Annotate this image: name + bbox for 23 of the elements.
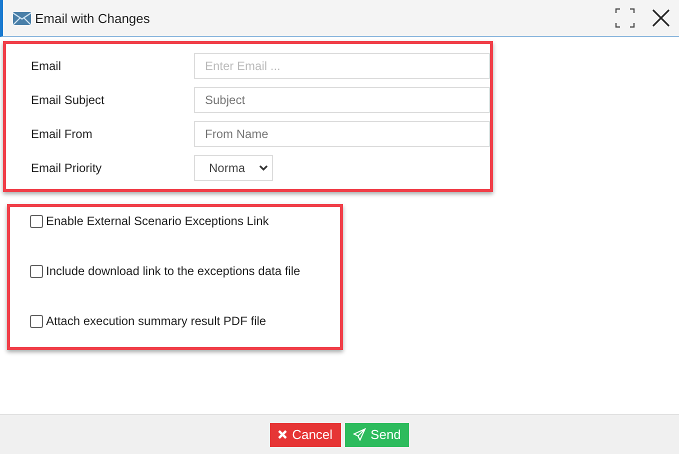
input-field[interactable]: Subject — [194, 87, 490, 113]
paper-plane-icon — [352, 428, 366, 441]
option-label: Enable External Scenario Exceptions Link — [46, 214, 269, 228]
checkbox[interactable] — [30, 264, 43, 278]
cancel-button[interactable]: Cancel — [270, 422, 341, 446]
field-label: Email — [31, 59, 62, 73]
close-icon — [278, 430, 288, 439]
input-field[interactable]: Enter Email ... — [194, 53, 490, 79]
option-label: Attach execution summary result PDF file — [46, 314, 266, 328]
window-title: Email with Changes — [35, 10, 150, 26]
checkbox[interactable] — [30, 314, 43, 328]
field-label: Email From — [31, 127, 94, 141]
checkbox[interactable] — [30, 214, 43, 228]
close-icon[interactable] — [651, 8, 671, 28]
chevron-icon — [259, 165, 268, 171]
field-label: Email Priority — [31, 161, 103, 175]
priority-select[interactable]: Norma — [194, 155, 273, 181]
option-label: Include download link to the exceptions data file — [46, 264, 300, 278]
send-button[interactable]: Send — [344, 422, 409, 446]
maximize-icon[interactable] — [615, 8, 635, 28]
envelope-icon — [13, 12, 31, 24]
field-label: Email Subject — [31, 93, 106, 107]
input-field[interactable]: From Name — [194, 121, 490, 147]
